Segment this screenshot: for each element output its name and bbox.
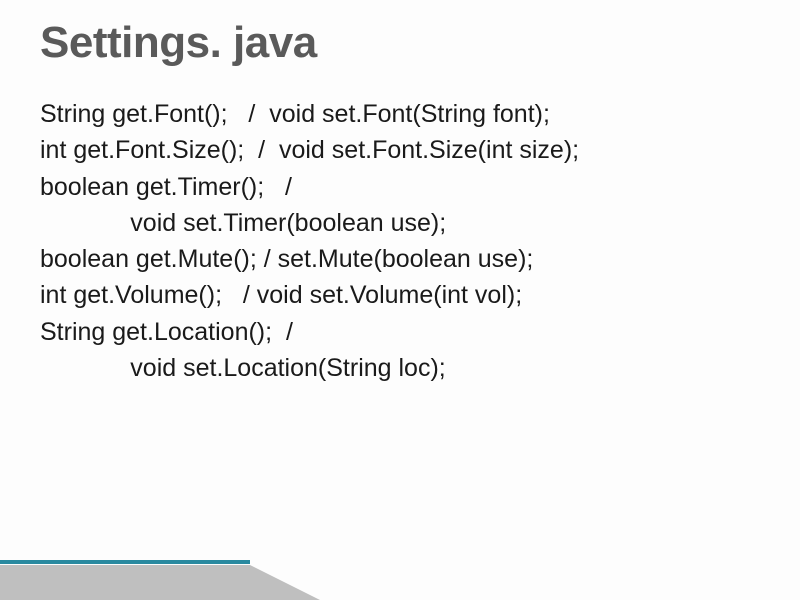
page-title: Settings. java	[40, 18, 760, 68]
code-line: int get.Font.Size(); / void set.Font.Siz…	[40, 132, 760, 168]
shadow-wedge	[0, 565, 320, 600]
code-line: boolean get.Mute(); / set.Mute(boolean u…	[40, 241, 760, 277]
code-line: String get.Font(); / void set.Font(Strin…	[40, 96, 760, 132]
code-line: boolean get.Timer(); /	[40, 169, 760, 205]
code-line: void set.Location(String loc);	[40, 350, 760, 386]
code-line: void set.Timer(boolean use);	[40, 205, 760, 241]
code-line: int get.Volume(); / void set.Volume(int …	[40, 277, 760, 313]
slide: Settings. java String get.Font(); / void…	[0, 0, 800, 600]
code-listing: String get.Font(); / void set.Font(Strin…	[40, 96, 760, 386]
slide-decoration	[0, 510, 340, 600]
code-line: String get.Location(); /	[40, 314, 760, 350]
